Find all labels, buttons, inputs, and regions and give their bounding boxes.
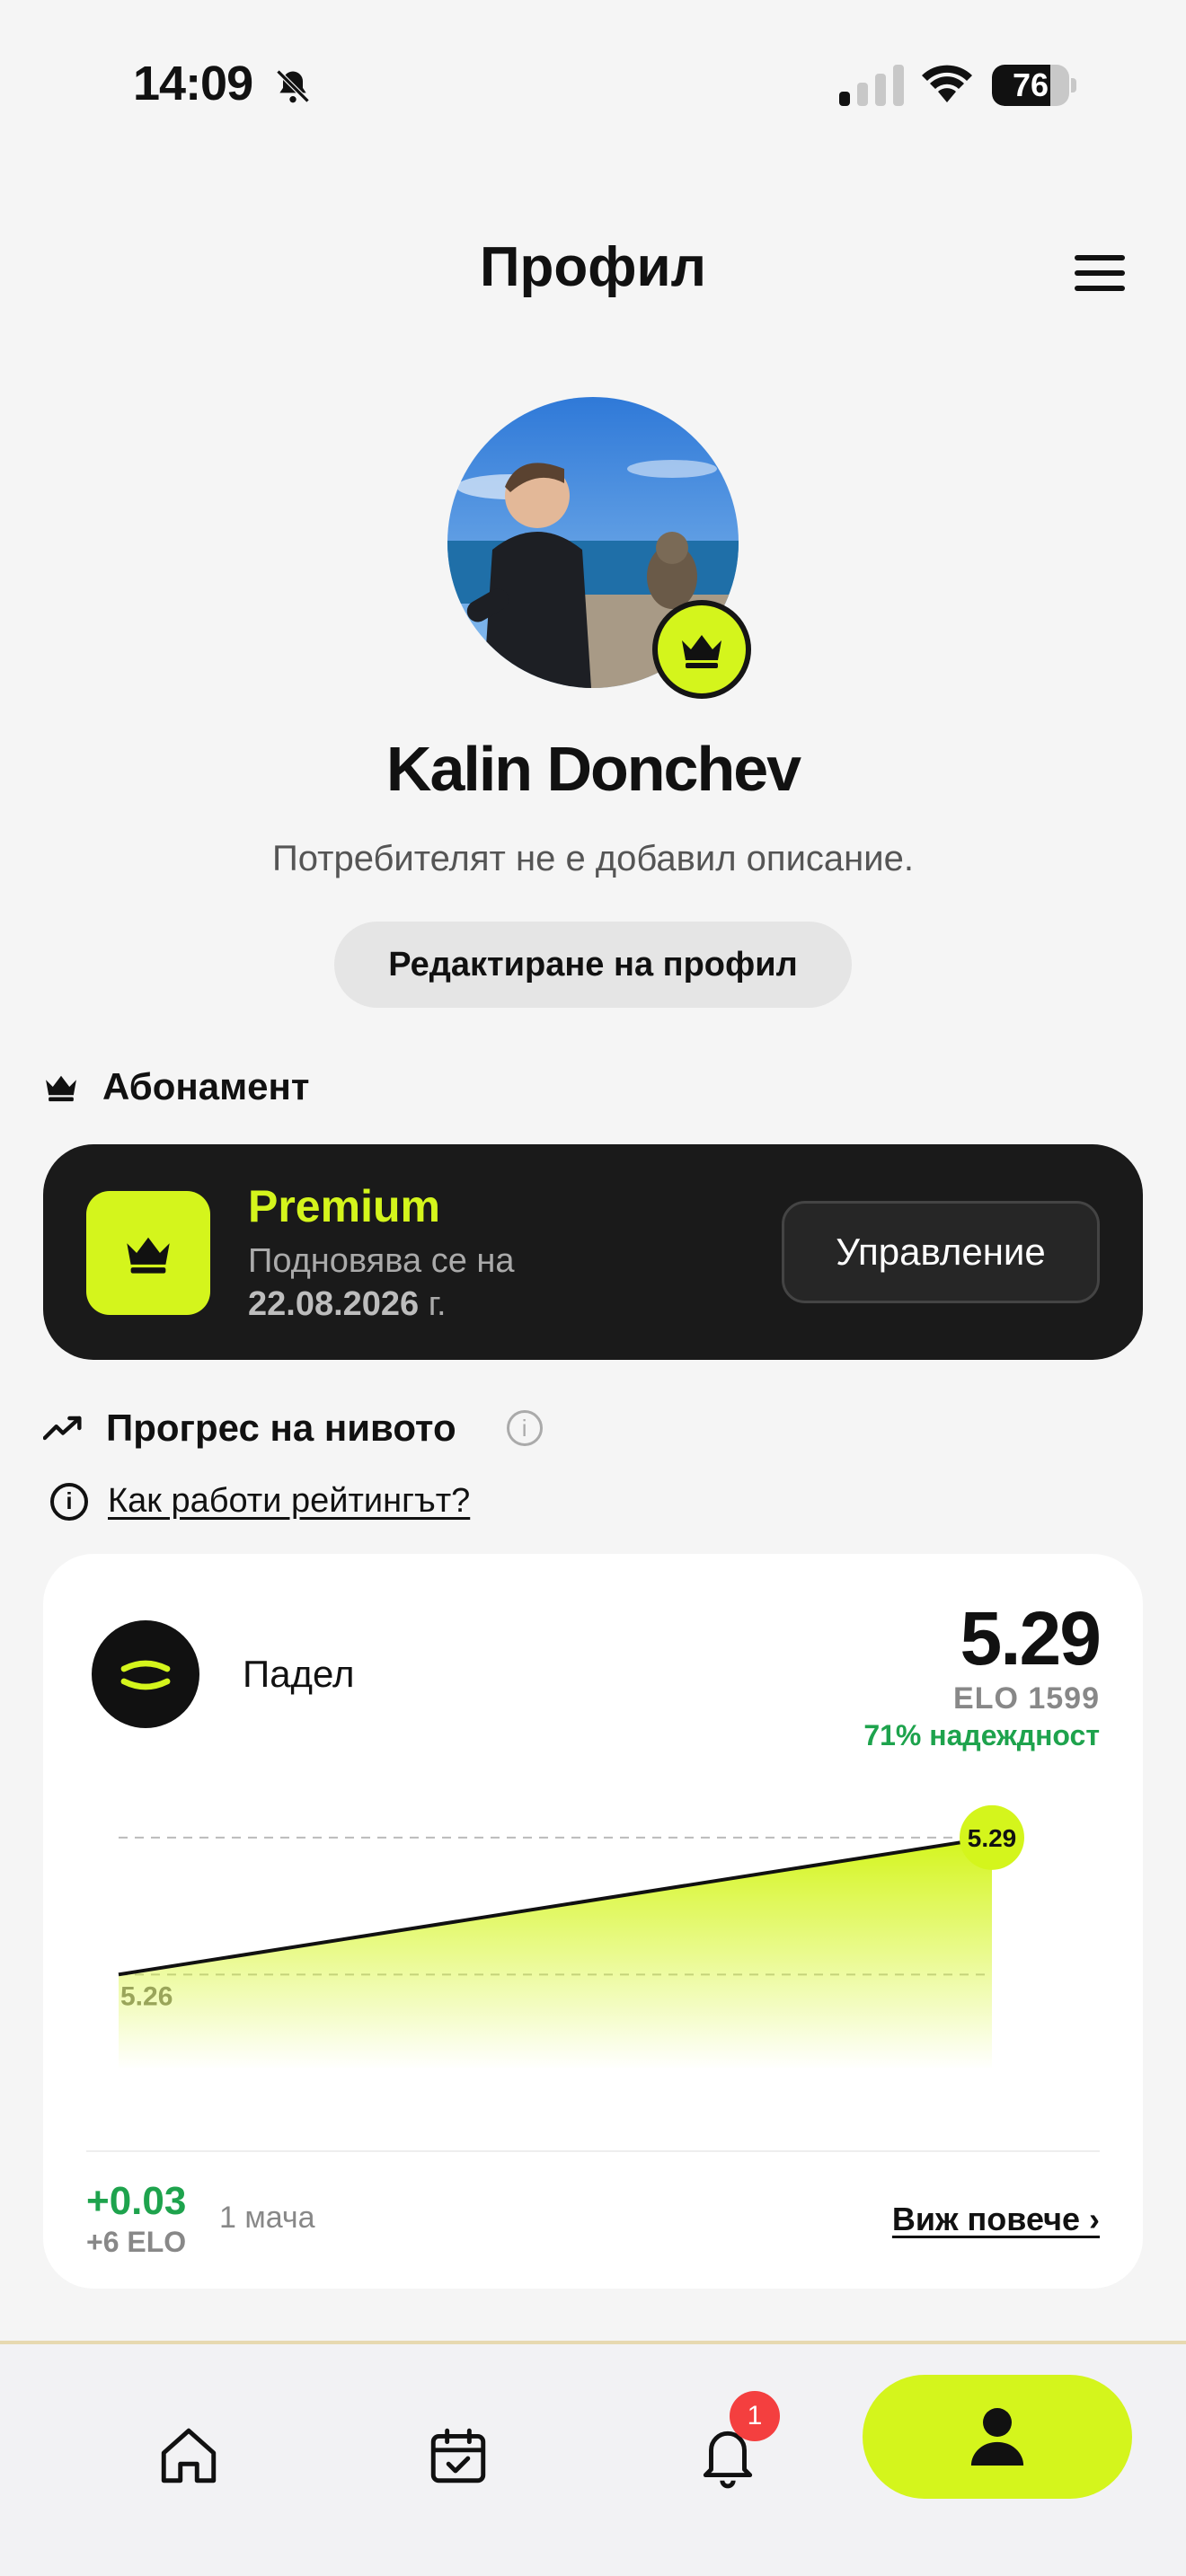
trending-up-icon	[43, 1416, 82, 1441]
manage-subscription-button[interactable]: Управление	[782, 1201, 1100, 1303]
subscription-card: Premium Подновява се на 22.08.2026 г. Уп…	[43, 1144, 1143, 1360]
user-name: Kalin Donchev	[385, 734, 801, 804]
person-icon	[970, 2408, 1024, 2466]
nav-profile[interactable]	[863, 2375, 1132, 2499]
level-card[interactable]: 5.26 5.29 Падел 5.29 ELO 1599 71% надеждн…	[43, 1554, 1143, 2289]
see-more-link[interactable]: Виж повече ›	[892, 2201, 1100, 2238]
renewal-suffix: г.	[428, 1285, 447, 1323]
divider	[86, 2150, 1100, 2152]
renewal-date: 22.08.2026	[248, 1285, 420, 1323]
nav-calendar[interactable]	[404, 2402, 512, 2510]
wifi-icon	[922, 65, 972, 102]
crown-icon	[682, 635, 721, 668]
info-icon: i	[50, 1482, 88, 1521]
premium-icon	[86, 1191, 210, 1315]
battery-level: 76	[1012, 66, 1049, 103]
rating-delta: +0.03	[86, 2179, 187, 2223]
cell-signal-icon	[839, 65, 904, 106]
current-rating: 5.29	[960, 1596, 1102, 1681]
subscription-plan: Premium	[248, 1181, 440, 1231]
subscription-header: Абонамент	[43, 1065, 309, 1108]
chart-end-label: 5.29	[968, 1824, 1017, 1852]
reliability: 71% надеждност	[863, 1719, 1100, 1751]
subscription-title: Абонамент	[102, 1065, 310, 1107]
subscription-renewal: Подновява се на 22.08.2026 г.	[248, 1239, 515, 1326]
hamburger-menu-icon[interactable]	[1066, 248, 1134, 298]
chart-start-label: 5.26	[120, 1981, 173, 2011]
elo-value: ELO 1599	[953, 1681, 1100, 1716]
nav-home[interactable]	[135, 2402, 243, 2510]
premium-crown-badge	[652, 600, 751, 699]
user-description: Потребителят не е добавил описание.	[272, 839, 914, 878]
calendar-icon	[430, 2428, 486, 2483]
crown-icon	[46, 1075, 76, 1102]
how-rating-works-link[interactable]: i Как работи рейтингът?	[50, 1482, 470, 1521]
renewal-label: Подновява се на	[248, 1242, 515, 1280]
progress-header: Прогрес на нивото i	[43, 1407, 543, 1450]
crown-icon	[127, 1237, 170, 1274]
page-title: Профил	[479, 236, 707, 298]
status-time: 14:09	[133, 57, 253, 110]
home-icon	[161, 2428, 217, 2483]
padel-icon	[92, 1620, 199, 1728]
notification-badge: 1	[730, 2391, 780, 2441]
sport-name: Падел	[243, 1653, 355, 1695]
info-icon[interactable]: i	[506, 1410, 543, 1446]
battery-icon: 76	[992, 65, 1078, 106]
edit-profile-button[interactable]: Редактиране на профил	[334, 922, 852, 1008]
how-rating-works-text[interactable]: Как работи рейтингът?	[108, 1482, 470, 1521]
match-count: 1 мача	[219, 2201, 315, 2235]
progress-title: Прогрес на нивото	[106, 1407, 456, 1449]
bell-muted-icon	[276, 69, 310, 103]
bottom-nav: 1	[0, 2341, 1186, 2576]
elo-delta: +6 ELO	[86, 2226, 187, 2258]
